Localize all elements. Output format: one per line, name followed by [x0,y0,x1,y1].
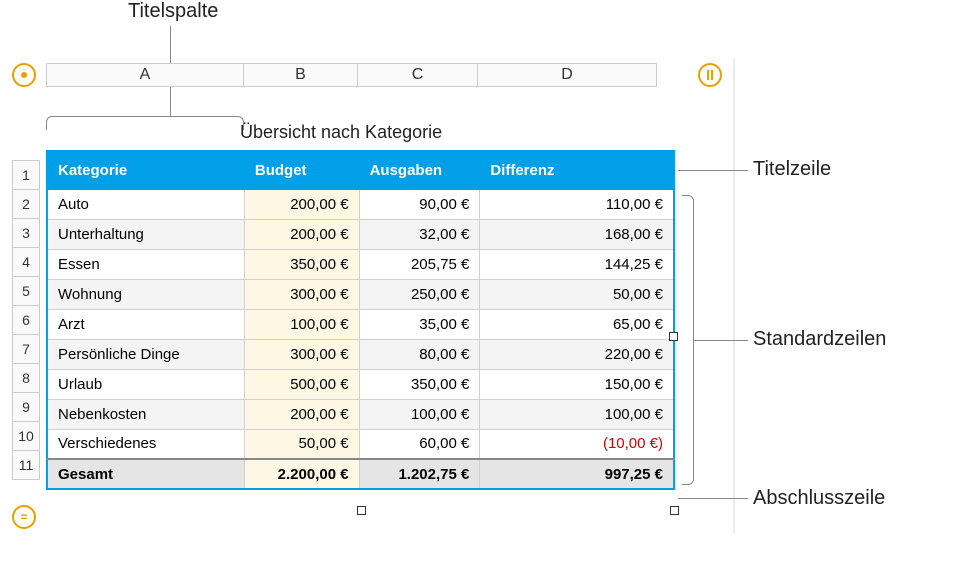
table-row: Arzt100,00 €35,00 €65,00 € [47,309,674,339]
table-row: Verschiedenes50,00 €60,00 €(10,00 €) [47,429,674,459]
footer-budget[interactable]: 2.200,00 € [244,459,359,489]
table-row: Persönliche Dinge300,00 €80,00 €220,00 € [47,339,674,369]
callout-titelspalte: Titelspalte [128,0,218,23]
cell-differenz[interactable]: 100,00 € [480,399,674,429]
budget-table: Kategorie Budget Ausgaben Differenz Auto… [46,150,675,490]
row-number[interactable]: 2 [12,189,40,219]
cell-kategorie[interactable]: Urlaub [47,369,244,399]
column-header-strip: A B C D [46,63,657,87]
cell-budget[interactable]: 100,00 € [244,309,359,339]
cell-budget[interactable]: 200,00 € [244,189,359,219]
cell-differenz[interactable]: 65,00 € [480,309,674,339]
column-header-b[interactable]: B [243,63,358,87]
row-number[interactable]: 10 [12,421,40,451]
table-row: Wohnung300,00 €250,00 €50,00 € [47,279,674,309]
cell-kategorie[interactable]: Arzt [47,309,244,339]
cell-ausgaben[interactable]: 205,75 € [359,249,480,279]
callout-titelzeile: Titelzeile [753,158,831,181]
selection-handle[interactable] [357,506,366,515]
header-budget[interactable]: Budget [244,151,359,189]
cell-budget[interactable]: 300,00 € [244,339,359,369]
row-number[interactable]: 5 [12,276,40,306]
bracket-titelspalte [46,116,244,130]
callout-line [678,498,748,499]
row-number[interactable]: 7 [12,334,40,364]
cell-differenz[interactable]: 168,00 € [480,219,674,249]
cell-budget[interactable]: 200,00 € [244,219,359,249]
cell-kategorie[interactable]: Essen [47,249,244,279]
cell-kategorie[interactable]: Nebenkosten [47,399,244,429]
add-column-button[interactable] [698,63,722,87]
cell-ausgaben[interactable]: 60,00 € [359,429,480,459]
cell-kategorie[interactable]: Persönliche Dinge [47,339,244,369]
header-ausgaben[interactable]: Ausgaben [359,151,480,189]
selection-handle[interactable] [669,332,678,341]
cell-ausgaben[interactable]: 100,00 € [359,399,480,429]
column-header-c[interactable]: C [357,63,478,87]
row-number[interactable]: 4 [12,247,40,277]
table-row: Unterhaltung200,00 €32,00 €168,00 € [47,219,674,249]
table-title[interactable]: Übersicht nach Kategorie [240,122,442,143]
cell-differenz[interactable]: 110,00 € [480,189,674,219]
cell-budget[interactable]: 300,00 € [244,279,359,309]
cell-budget[interactable]: 50,00 € [244,429,359,459]
spreadsheet-annotated-view: Titelspalte = A B C D 1 2 3 4 5 6 7 8 9 … [0,0,964,566]
table-row: Auto200,00 €90,00 €110,00 € [47,189,674,219]
cell-kategorie[interactable]: Unterhaltung [47,219,244,249]
cell-kategorie[interactable]: Verschiedenes [47,429,244,459]
row-number[interactable]: 3 [12,218,40,248]
table-menu-button[interactable] [12,63,36,87]
bracket-standardzeilen [682,195,694,485]
add-row-button[interactable]: = [12,505,36,529]
cell-ausgaben[interactable]: 80,00 € [359,339,480,369]
column-header-a[interactable]: A [46,63,244,87]
cell-kategorie[interactable]: Auto [47,189,244,219]
row-number[interactable]: 11 [12,450,40,480]
selection-handle[interactable] [670,506,679,515]
cell-differenz[interactable]: 150,00 € [480,369,674,399]
cell-ausgaben[interactable]: 32,00 € [359,219,480,249]
cell-budget[interactable]: 350,00 € [244,249,359,279]
cell-differenz[interactable]: (10,00 €) [480,429,674,459]
row-number[interactable]: 1 [12,160,40,190]
header-row: Kategorie Budget Ausgaben Differenz [47,151,674,189]
footer-ausgaben[interactable]: 1.202,75 € [359,459,480,489]
header-kategorie[interactable]: Kategorie [47,151,244,189]
table-body: Auto200,00 €90,00 €110,00 €Unterhaltung2… [47,189,674,459]
callout-abschlusszeile: Abschlusszeile [753,487,885,510]
row-number-strip: 1 2 3 4 5 6 7 8 9 10 11 [12,160,40,480]
cell-differenz[interactable]: 50,00 € [480,279,674,309]
callout-line [678,170,748,171]
footer-label[interactable]: Gesamt [47,459,244,489]
header-differenz[interactable]: Differenz [480,151,674,189]
scroll-edge [733,58,735,533]
column-header-d[interactable]: D [477,63,657,87]
footer-differenz[interactable]: 997,25 € [480,459,674,489]
cell-budget[interactable]: 500,00 € [244,369,359,399]
cell-ausgaben[interactable]: 250,00 € [359,279,480,309]
callout-line [694,340,748,341]
cell-ausgaben[interactable]: 350,00 € [359,369,480,399]
row-number[interactable]: 9 [12,392,40,422]
footer-row: Gesamt 2.200,00 € 1.202,75 € 997,25 € [47,459,674,489]
row-number[interactable]: 8 [12,363,40,393]
table-row: Urlaub500,00 €350,00 €150,00 € [47,369,674,399]
cell-differenz[interactable]: 220,00 € [480,339,674,369]
row-number[interactable]: 6 [12,305,40,335]
cell-ausgaben[interactable]: 35,00 € [359,309,480,339]
table-row: Nebenkosten200,00 €100,00 €100,00 € [47,399,674,429]
table-row: Essen350,00 €205,75 €144,25 € [47,249,674,279]
cell-kategorie[interactable]: Wohnung [47,279,244,309]
callout-standardzeilen: Standardzeilen [753,328,886,351]
cell-differenz[interactable]: 144,25 € [480,249,674,279]
cell-budget[interactable]: 200,00 € [244,399,359,429]
cell-ausgaben[interactable]: 90,00 € [359,189,480,219]
